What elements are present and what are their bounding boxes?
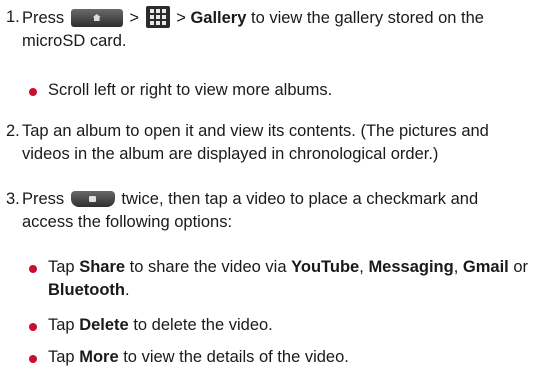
bullet-dot (29, 265, 37, 273)
step-2: 2. Tap an album to open it and view its … (0, 120, 536, 166)
step-text: Press twice, then tap a video to place a… (22, 188, 534, 234)
bluetooth-label: Bluetooth (48, 281, 125, 299)
separator: > (176, 9, 186, 27)
more-desc: to view the details of the video. (123, 348, 349, 366)
delete-desc: to delete the video. (133, 316, 273, 334)
bullet-dot (29, 355, 37, 363)
bullet-text: Tap Share to share the video via YouTube… (48, 256, 532, 302)
bullet-more: Tap More to view the details of the vide… (0, 346, 536, 369)
bullet-dot (29, 88, 37, 96)
or-label: or (513, 258, 529, 276)
tap-label: Tap (48, 258, 75, 276)
press-label: Press (22, 9, 65, 27)
gmail-label: Gmail (462, 258, 509, 276)
step-number: 3. (6, 190, 20, 208)
period: . (124, 281, 130, 299)
share-label: Share (79, 258, 126, 276)
bullet-scroll: Scroll left or right to view more albums… (0, 79, 536, 102)
step-number: 1. (6, 8, 20, 26)
tap-label: Tap (48, 348, 75, 366)
bullet-dot (29, 323, 37, 331)
share-desc: to share the video via (129, 258, 287, 276)
bullet-delete: Tap Delete to delete the video. (0, 314, 536, 337)
more-label: More (79, 348, 119, 366)
step-text: Press > > Gallery to view the gallery st… (22, 6, 534, 53)
home-key-icon (70, 9, 123, 27)
comma: , (359, 258, 364, 276)
comma: , (453, 258, 459, 276)
gallery-label: Gallery (190, 9, 247, 27)
step-number: 2. (6, 122, 20, 140)
step-3: 3. Press twice, then tap a video to plac… (0, 188, 536, 234)
step-text: Tap an album to open it and view its con… (22, 122, 489, 163)
menu-key-icon (70, 191, 115, 207)
bullet-text: Tap More to view the details of the vide… (48, 346, 532, 369)
bullet-text: Tap Delete to delete the video. (48, 314, 532, 337)
tap-label: Tap (48, 316, 75, 334)
apps-grid-icon (145, 6, 170, 28)
bullet-share: Tap Share to share the video via YouTube… (0, 256, 536, 302)
step-1: 1. Press > > Gallery to view the gallery… (0, 6, 536, 53)
youtube-label: YouTube (291, 258, 360, 276)
delete-label: Delete (79, 316, 129, 334)
separator: > (129, 9, 140, 27)
messaging-label: Messaging (368, 258, 454, 276)
bullet-text: Scroll left or right to view more albums… (48, 81, 333, 99)
press-label: Press (22, 190, 65, 208)
